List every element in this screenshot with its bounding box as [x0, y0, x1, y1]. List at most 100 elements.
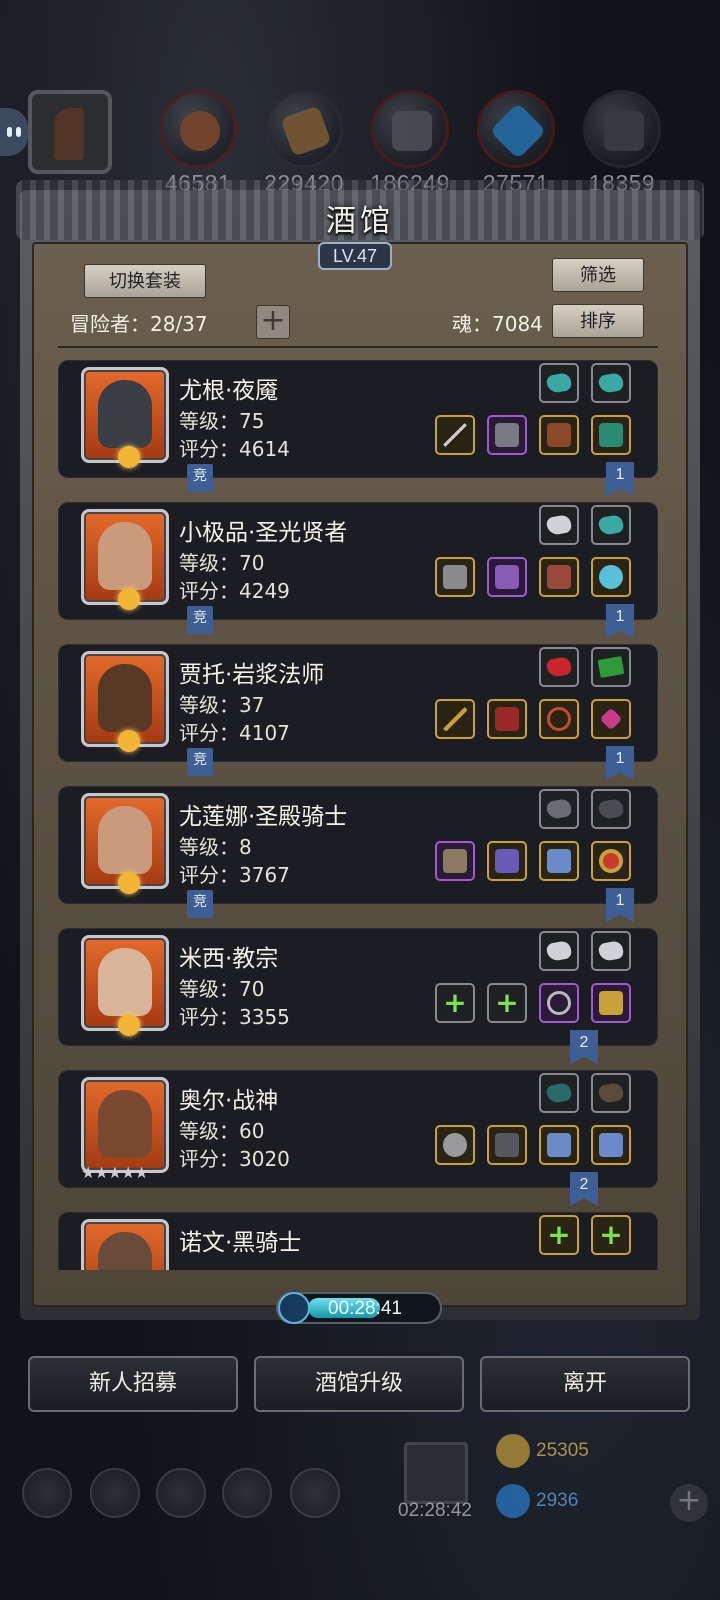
hero-portrait[interactable] — [81, 1077, 169, 1173]
weapon-slot[interactable] — [435, 841, 475, 881]
accessory-slot[interactable] — [591, 1125, 631, 1165]
hero-portrait[interactable] — [81, 651, 169, 752]
gem-slot[interactable] — [539, 505, 579, 545]
weapon-slot[interactable] — [435, 699, 475, 739]
white-gem-icon — [597, 940, 625, 962]
team-badge: 1 — [606, 604, 634, 638]
armor-slot[interactable] — [487, 557, 527, 597]
gift-icon[interactable] — [404, 1442, 468, 1504]
charm-icon — [599, 423, 623, 447]
gem-slot[interactable] — [591, 789, 631, 829]
green-rune-icon — [597, 656, 625, 678]
tavern-title: 酒馆 — [326, 204, 394, 239]
sort-button[interactable]: 排序 — [552, 304, 644, 338]
gem-slot[interactable] — [539, 789, 579, 829]
soul-count: 魂：7084 — [452, 312, 543, 336]
upgrade-tavern-button[interactable]: 酒馆升级 — [254, 1356, 464, 1412]
hero-portrait[interactable] — [81, 793, 169, 894]
accessory-slot[interactable] — [539, 699, 579, 739]
gem-slot[interactable] — [591, 931, 631, 971]
accessory-slot[interactable] — [539, 557, 579, 597]
hero-card[interactable]: 尤莲娜·圣殿骑士 等级：8 评分：3767 — [58, 786, 658, 904]
empty-armor-slot[interactable]: + — [487, 983, 527, 1023]
hero-name: 诺文·黑骑士 — [179, 1230, 302, 1256]
gold-amount: 25305 — [536, 1440, 589, 1461]
armor-slot[interactable] — [487, 841, 527, 881]
hero-list[interactable]: 尤根·夜魇 等级：75 评分：4614 竞 1 小极品·圣光贤者 等级：70 评… — [58, 360, 658, 1270]
claw-icon — [597, 798, 625, 820]
team-badge: 2 — [570, 1172, 598, 1206]
accessory-slot[interactable] — [539, 983, 579, 1023]
teal-gem-icon — [545, 372, 573, 394]
armor-slot[interactable] — [487, 415, 527, 455]
gem-slot[interactable] — [539, 931, 579, 971]
empty-gem-slot[interactable]: + — [539, 1215, 579, 1255]
filter-button[interactable]: 筛选 — [552, 258, 644, 292]
teal-gem-icon — [597, 372, 625, 394]
building-icon[interactable] — [156, 1468, 206, 1518]
hero-portrait[interactable] — [81, 1219, 169, 1270]
ore-icon — [180, 111, 220, 151]
hero-card[interactable]: 小极品·圣光贤者 等级：70 评分：4249 — [58, 502, 658, 620]
gem-slot[interactable] — [591, 363, 631, 403]
weapon-slot[interactable] — [435, 1125, 475, 1165]
star-icon[interactable] — [90, 1468, 140, 1518]
hero-card[interactable]: 诺文·黑骑士 + + — [58, 1212, 658, 1270]
accessory-slot[interactable] — [591, 415, 631, 455]
staff-icon — [443, 707, 467, 731]
accessory-slot[interactable] — [539, 415, 579, 455]
axe-icon — [443, 565, 467, 589]
gem-slot[interactable] — [591, 1073, 631, 1113]
weapon-slot[interactable] — [435, 415, 475, 455]
armor-slot[interactable] — [487, 699, 527, 739]
stone-icon — [392, 111, 432, 151]
accessory-slot[interactable] — [591, 557, 631, 597]
accessory-slot[interactable] — [539, 1125, 579, 1165]
empty-gem-slot[interactable]: + — [591, 1215, 631, 1255]
gem-amount: 2936 — [536, 1490, 579, 1511]
weapon-slot[interactable] — [435, 557, 475, 597]
gem-slot[interactable] — [539, 1073, 579, 1113]
leave-button[interactable]: 离开 — [480, 1356, 690, 1412]
gauntlet-icon — [547, 849, 571, 873]
tavern-level: LV.47 — [318, 242, 392, 270]
team-badge: 1 — [606, 746, 634, 780]
gauntlet-icon — [599, 1133, 623, 1157]
hero-card[interactable]: ★★★★★ 奥尔·战神 等级：60 评分：3020 — [58, 1070, 658, 1188]
hero-portrait[interactable] — [81, 509, 169, 610]
hero-portrait[interactable] — [81, 935, 169, 1036]
necklace-icon — [547, 707, 571, 731]
wood-icon — [280, 105, 332, 157]
mail-icon[interactable] — [222, 1468, 272, 1518]
hero-card[interactable]: 贾托·岩浆法师 等级：37 评分：4107 — [58, 644, 658, 762]
gem-slot[interactable] — [591, 505, 631, 545]
accessory-slot[interactable] — [591, 841, 631, 881]
crystal-icon — [489, 102, 547, 160]
guild-icon[interactable] — [290, 1468, 340, 1518]
accessory-slot[interactable] — [539, 841, 579, 881]
armor-slot[interactable] — [487, 1125, 527, 1165]
add-slot-button[interactable]: + — [256, 305, 290, 339]
timer-text: 00:28:41 — [328, 1298, 402, 1319]
switch-outfit-button[interactable]: 切换套装 — [84, 264, 206, 298]
accessory-slot[interactable] — [591, 983, 631, 1023]
gem-slot[interactable] — [539, 647, 579, 687]
hero-card[interactable]: 尤根·夜魇 等级：75 评分：4614 — [58, 360, 658, 478]
divider — [58, 346, 658, 348]
hero-card[interactable]: 米西·教宗 等级：70 评分：3355 + + — [58, 928, 658, 1046]
accessory-slot[interactable] — [591, 699, 631, 739]
add-currency-button[interactable]: + — [670, 1484, 708, 1522]
hammer-icon — [443, 849, 467, 873]
empty-weapon-slot[interactable]: + — [435, 983, 475, 1023]
hero-level: 等级：60 — [179, 1119, 265, 1143]
armor-icon — [495, 423, 519, 447]
settings-icon[interactable] — [22, 1468, 72, 1518]
bracer-icon — [547, 423, 571, 447]
iron-icon — [604, 111, 644, 151]
hero-portrait[interactable] — [81, 367, 169, 468]
adventurer-count: 冒险者：28/37 — [70, 312, 208, 336]
gem-slot[interactable] — [539, 363, 579, 403]
hero-score: 评分：3767 — [179, 863, 290, 887]
recruit-button[interactable]: 新人招募 — [28, 1356, 238, 1412]
gem-slot[interactable] — [591, 647, 631, 687]
